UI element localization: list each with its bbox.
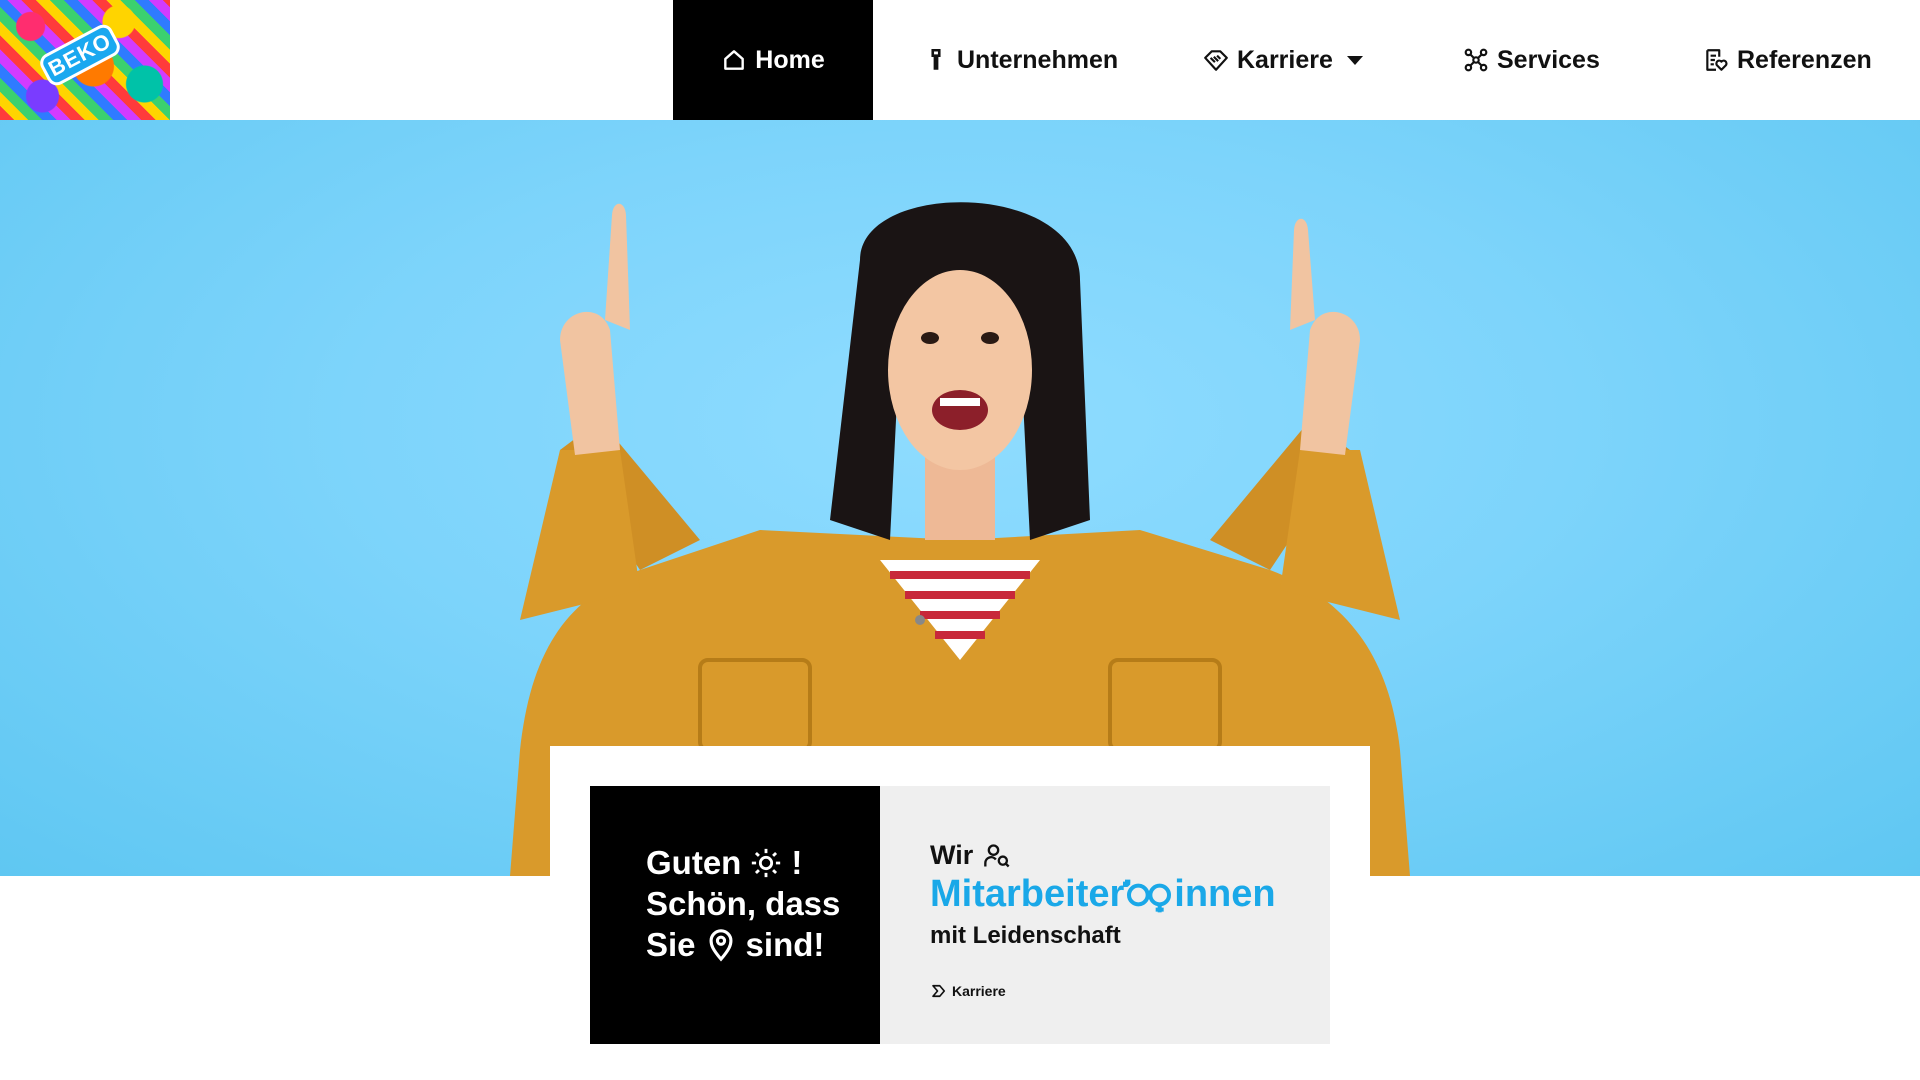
karriere-link-label: Karriere (952, 983, 1006, 999)
greeting-guten: Guten (646, 844, 742, 881)
nav-label-karriere: Karriere (1237, 45, 1333, 74)
nav-item-home[interactable]: Home (673, 0, 873, 120)
welcome-card: Guten ! Schön, dass Sie sind! Wir Mitarb… (550, 746, 1370, 1080)
greeting-line-2: Schön, dass (646, 885, 841, 922)
map-pin-icon (709, 928, 733, 962)
teaser-innen: innen (1174, 873, 1276, 915)
greeting-sie: Sie (646, 926, 696, 963)
teaser-wir-text: Wir (930, 840, 974, 870)
handshake-diamond-icon (1204, 50, 1228, 71)
network-icon (1464, 48, 1488, 72)
nav-item-services[interactable]: Services (1463, 0, 1600, 120)
site-header: BEKO Home Unternehmen Karriere Services … (0, 0, 1920, 120)
nav-label-referenzen: Referenzen (1737, 45, 1872, 74)
gender-icon (1123, 879, 1172, 912)
house-icon (724, 50, 745, 70)
teaser-mitarbeiter: Mitarbeiter (930, 873, 1125, 915)
main-navigation: Home Unternehmen Karriere Services Refer… (673, 0, 1872, 120)
teaser-subline: mit Leidenschaft (930, 922, 1121, 949)
nav-label-home: Home (755, 45, 825, 74)
sun-icon (752, 848, 781, 877)
nav-item-referenzen[interactable]: Referenzen (1703, 0, 1872, 120)
teaser-headline: Mitarbeiter innen (930, 873, 1330, 916)
greeting-exclaim: ! (791, 844, 803, 881)
logo-text: BEKO (36, 21, 124, 89)
chevron-right-icon (932, 984, 946, 998)
nav-item-unternehmen[interactable]: Unternehmen (923, 0, 1118, 120)
greeting-panel: Guten ! Schön, dass Sie sind! (590, 786, 880, 1044)
career-teaser: Wir Mitarbeiter innen mit Leidenschaft K… (880, 786, 1330, 1044)
chevron-down-icon[interactable] (1346, 55, 1363, 65)
greeting-sind: sind! (745, 926, 825, 963)
nav-label-unternehmen: Unternehmen (957, 45, 1119, 74)
teaser-wir: Wir (930, 840, 1330, 871)
brand-logo[interactable]: BEKO (0, 0, 170, 120)
greeting-line-1: Guten ! (646, 842, 880, 883)
person-search-icon (984, 843, 1010, 867)
karriere-link[interactable]: Karriere (930, 982, 1330, 1000)
nav-item-karriere[interactable]: Karriere (1203, 0, 1363, 120)
tower-icon (931, 48, 941, 70)
greeting-line-3: Sie sind! (646, 924, 880, 965)
nav-label-services: Services (1497, 45, 1600, 74)
document-heart-icon (1706, 49, 1728, 71)
